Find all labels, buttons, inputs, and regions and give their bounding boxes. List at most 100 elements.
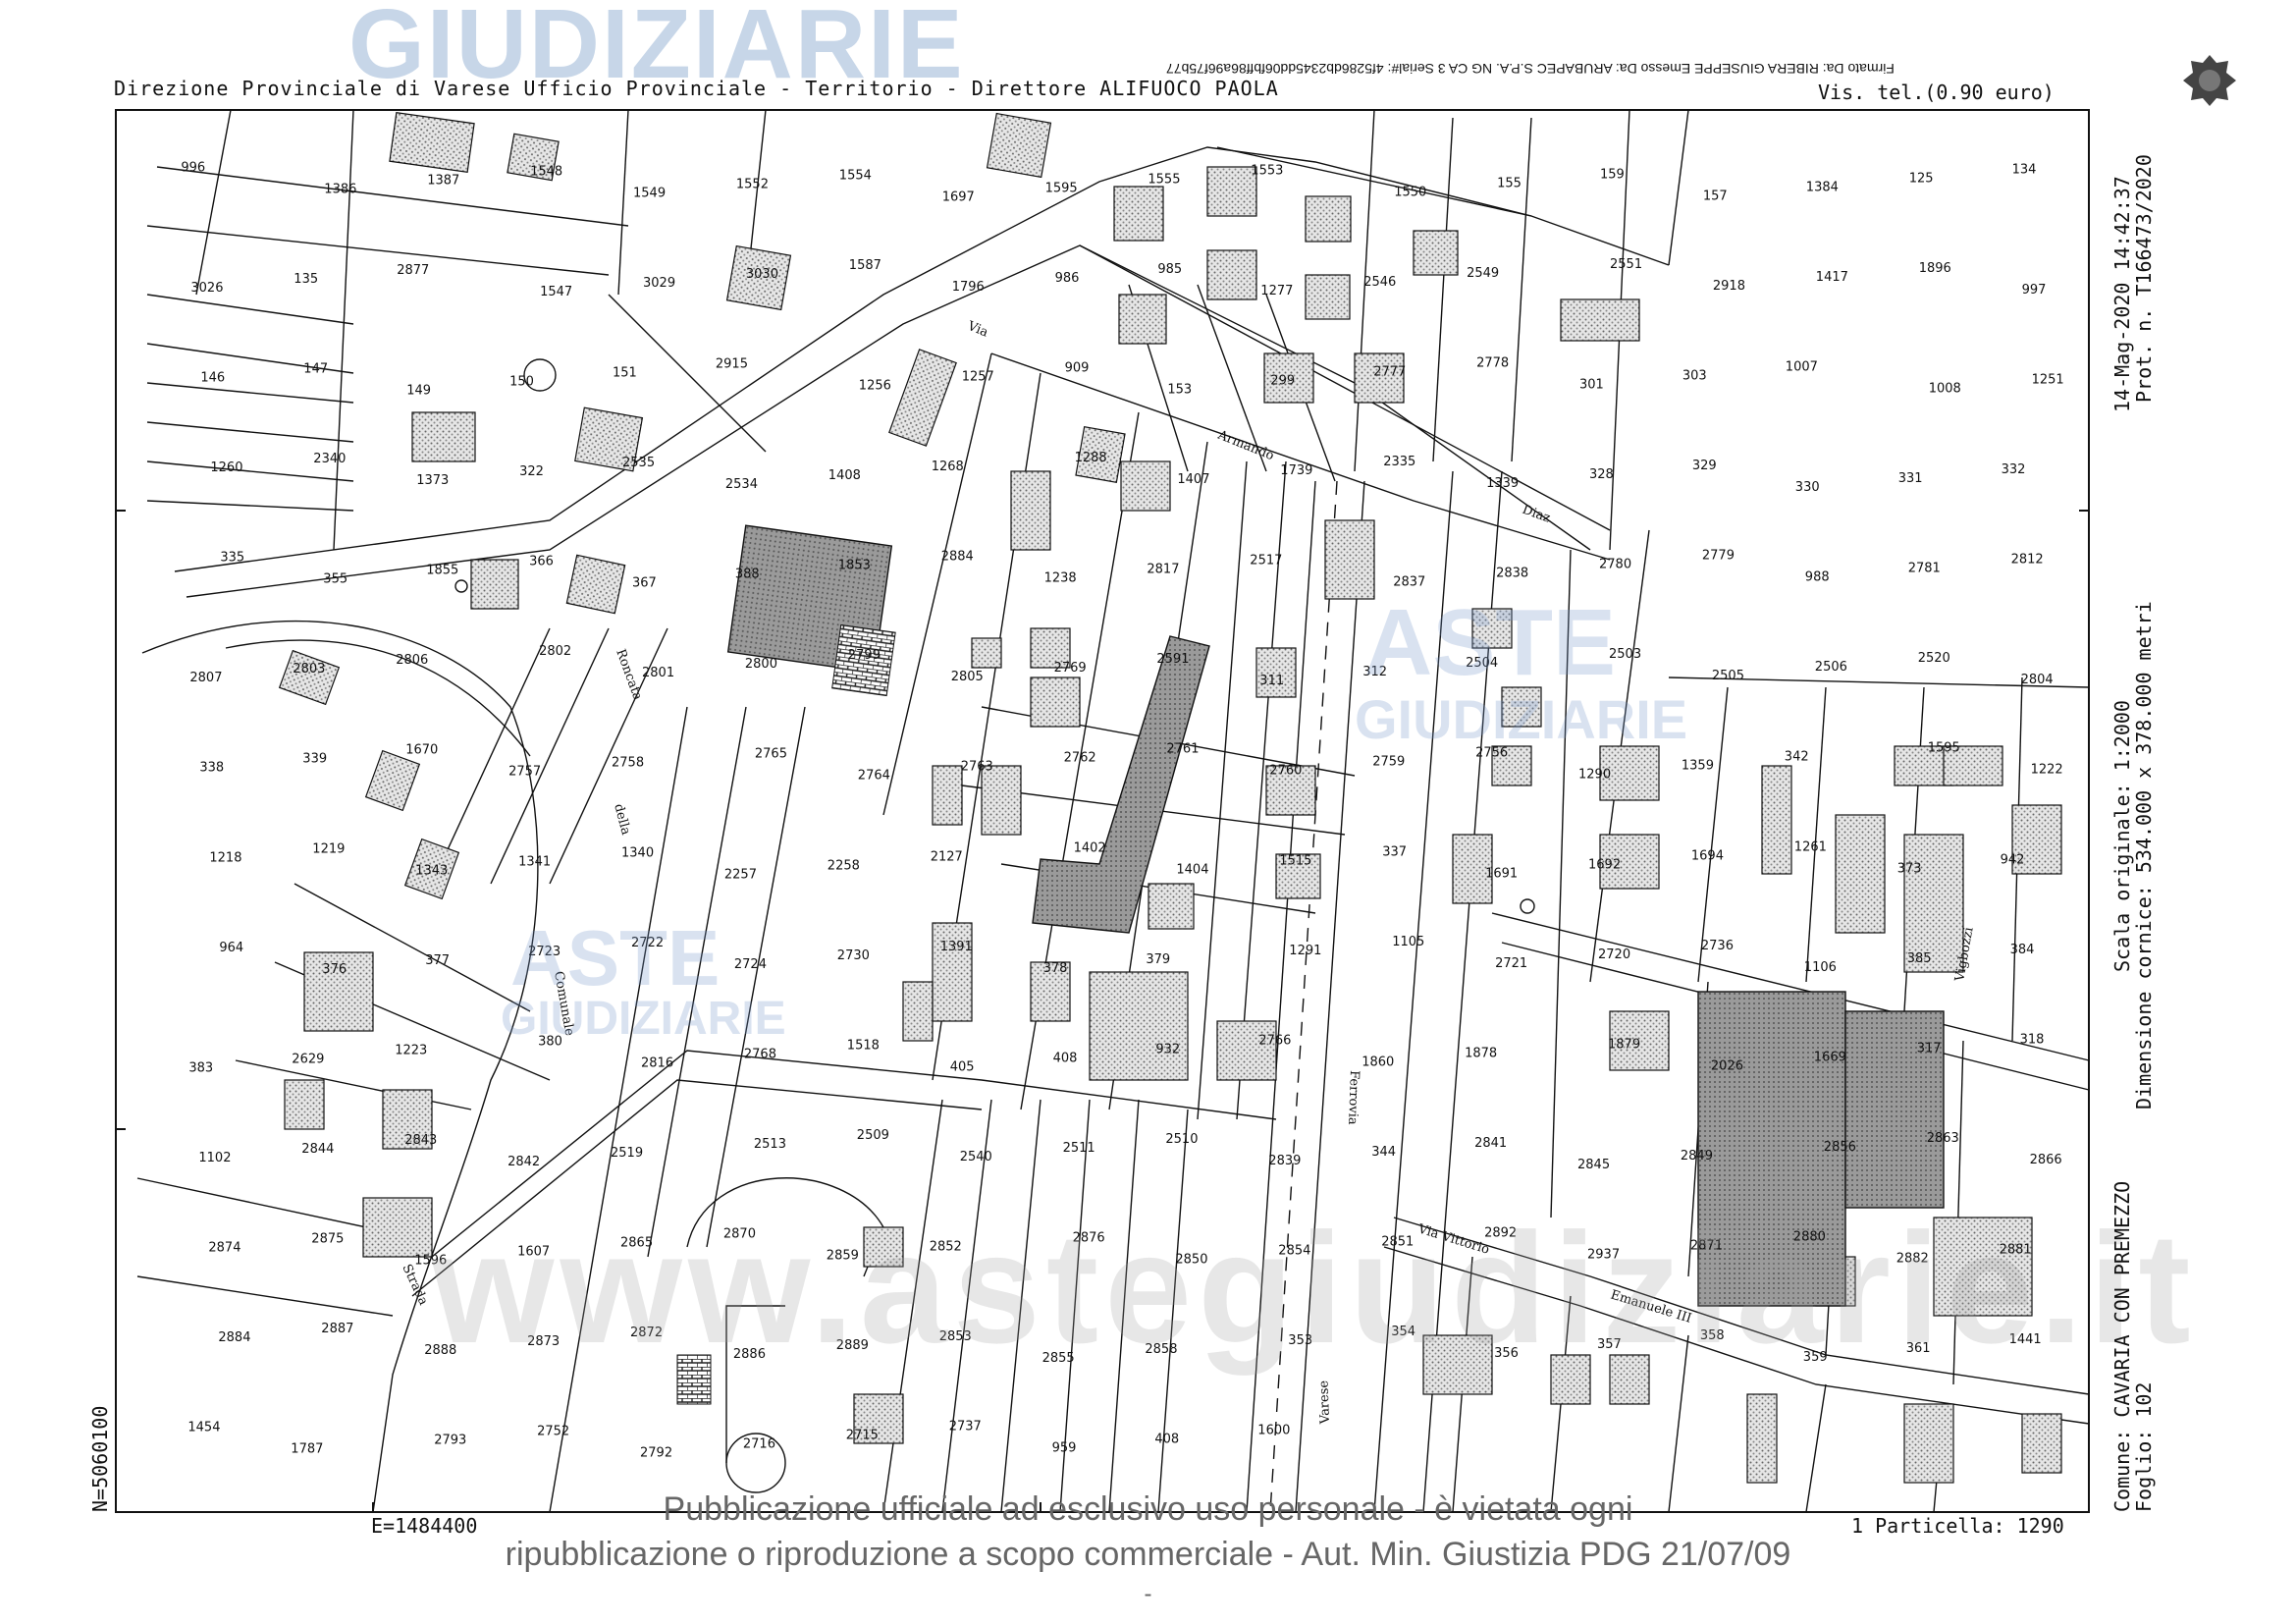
parcel-number: 1260: [210, 460, 242, 475]
parcel-number: 2335: [1383, 455, 1415, 469]
parcel-number: 1218: [209, 850, 241, 865]
street-label-via: Via: [965, 318, 990, 340]
parcel-number: 1549: [633, 186, 666, 200]
street-label-armando: Armando: [1215, 427, 1277, 463]
parcel-number: 1384: [1806, 180, 1839, 194]
watermark-aste-1: ASTE: [1364, 590, 1617, 695]
parcel-number: 909: [1065, 360, 1090, 375]
parcel-number: 2757: [508, 765, 541, 780]
parcel-number: 988: [1805, 570, 1830, 585]
parcel-number: 2340: [313, 452, 346, 466]
parcel-number: 366: [529, 555, 554, 569]
parcel-number: 1408: [828, 468, 861, 483]
parcel-number: 159: [1600, 167, 1625, 182]
parcel-number: 2258: [828, 858, 860, 873]
parcel-number: 1387: [427, 173, 459, 188]
parcel-number: 2849: [1681, 1149, 1713, 1164]
parcel-number: 311: [1259, 674, 1284, 688]
parcel-number: 146: [200, 370, 225, 385]
parcel-number: 157: [1703, 189, 1728, 203]
parcel-number: 1008: [1929, 381, 1961, 396]
parcel-number: 2777: [1373, 364, 1406, 379]
parcel-number: 2768: [744, 1047, 776, 1061]
parcel-number: 2026: [1711, 1058, 1743, 1073]
parcel-number: 134: [2012, 162, 2037, 177]
parcel-number: 2842: [507, 1155, 540, 1169]
parcel-number: 342: [1785, 750, 1809, 765]
parcel-number: 125: [1909, 171, 1934, 186]
parcel-number: 388: [735, 568, 760, 582]
parcel-number: 1223: [395, 1043, 427, 1057]
parcel-number: 1787: [291, 1442, 323, 1457]
original-scale: Scala originale: 1:2000: [2110, 700, 2134, 972]
parcel-number: 373: [1897, 861, 1922, 876]
parcel-number: 135: [294, 272, 318, 287]
parcel-number: 1277: [1260, 284, 1293, 298]
parcel-number: 332: [2002, 462, 2026, 477]
parcel-number: 1550: [1394, 185, 1426, 199]
parcel-number: 1694: [1691, 848, 1724, 863]
parcel-number: 2591: [1156, 652, 1189, 667]
parcel-number: 378: [1043, 961, 1068, 976]
parcel-number: 2758: [612, 756, 644, 771]
parcel-number: 2779: [1702, 549, 1735, 564]
parcel-number: 2760: [1269, 764, 1302, 779]
parcel-number: 1373: [416, 473, 449, 488]
parcel-number: 2716: [743, 1437, 775, 1452]
parcel-number: 2769: [1054, 661, 1087, 676]
parcel-number: 2807: [189, 671, 222, 685]
parcel-number: 408: [1053, 1051, 1078, 1065]
parcel-number: 2509: [857, 1128, 889, 1143]
parcel-number: 1853: [838, 559, 871, 573]
parcel-number: 2874: [208, 1241, 240, 1256]
parcel-number: 959: [1052, 1441, 1077, 1456]
parcel-number: 2510: [1165, 1132, 1198, 1147]
parcel-number: 997: [2022, 283, 2047, 298]
parcel-number: 367: [632, 576, 657, 591]
parcel-number: 2763: [961, 760, 993, 775]
parcel-number: 385: [1907, 951, 1932, 966]
parcel-number: 1391: [940, 940, 973, 954]
parcel-number: 1106: [1804, 960, 1837, 975]
parcel-number: 2540: [960, 1150, 992, 1164]
parcel-number: 338: [199, 761, 224, 776]
parcel-number: 1739: [1280, 463, 1312, 478]
parcel-number: 1007: [1786, 359, 1818, 374]
parcel-number: 301: [1579, 377, 1604, 392]
parcel-number: 1340: [621, 845, 654, 860]
parcel-number: 1554: [839, 168, 872, 183]
parcel-number: 2535: [622, 456, 655, 470]
parcel-number: 1855: [426, 564, 458, 578]
parcel-number: 1359: [1682, 759, 1714, 774]
parcel-number: 2780: [1599, 558, 1631, 572]
parcel-number: 2844: [301, 1142, 334, 1157]
parcel-number: 1256: [859, 378, 891, 393]
parcel-number: 1417: [1816, 270, 1848, 285]
street-label-roncata: Roncata: [613, 647, 645, 702]
parcel-number: 344: [1371, 1145, 1396, 1160]
parcel-number: 2838: [1496, 567, 1528, 581]
parcel-number: 2506: [1815, 660, 1847, 675]
parcel-number: 2781: [1908, 562, 1941, 576]
parcel-number: 2817: [1147, 563, 1179, 577]
parcel-number: 151: [613, 365, 637, 380]
parcel-number: 2721: [1495, 956, 1527, 971]
parcel-number: 2812: [2011, 553, 2044, 568]
parcel-number: 1291: [1289, 944, 1321, 958]
parcel-number: 2856: [1824, 1140, 1856, 1155]
parcel-number: 1670: [405, 743, 438, 758]
parcel-number: 2505: [1712, 669, 1744, 683]
parcel-number: 985: [1157, 262, 1182, 277]
parcel-number: 964: [219, 941, 243, 955]
parcel-number: 1595: [1928, 741, 1960, 756]
parcel-number: 149: [406, 383, 431, 398]
parcel-number: 2778: [1476, 355, 1509, 370]
parcel-number: 328: [1589, 467, 1614, 482]
parcel-number: 996: [181, 160, 205, 175]
parcel-number: 1595: [1045, 181, 1078, 195]
parcel-number: 2802: [539, 644, 571, 659]
frame-dimension: Dimensione cornice: 534.000 x 378.000 me…: [2132, 601, 2156, 1110]
parcel-number: 1548: [530, 164, 562, 179]
parcel-number: 318: [2020, 1032, 2045, 1047]
parcel-number: 1222: [2031, 763, 2063, 778]
